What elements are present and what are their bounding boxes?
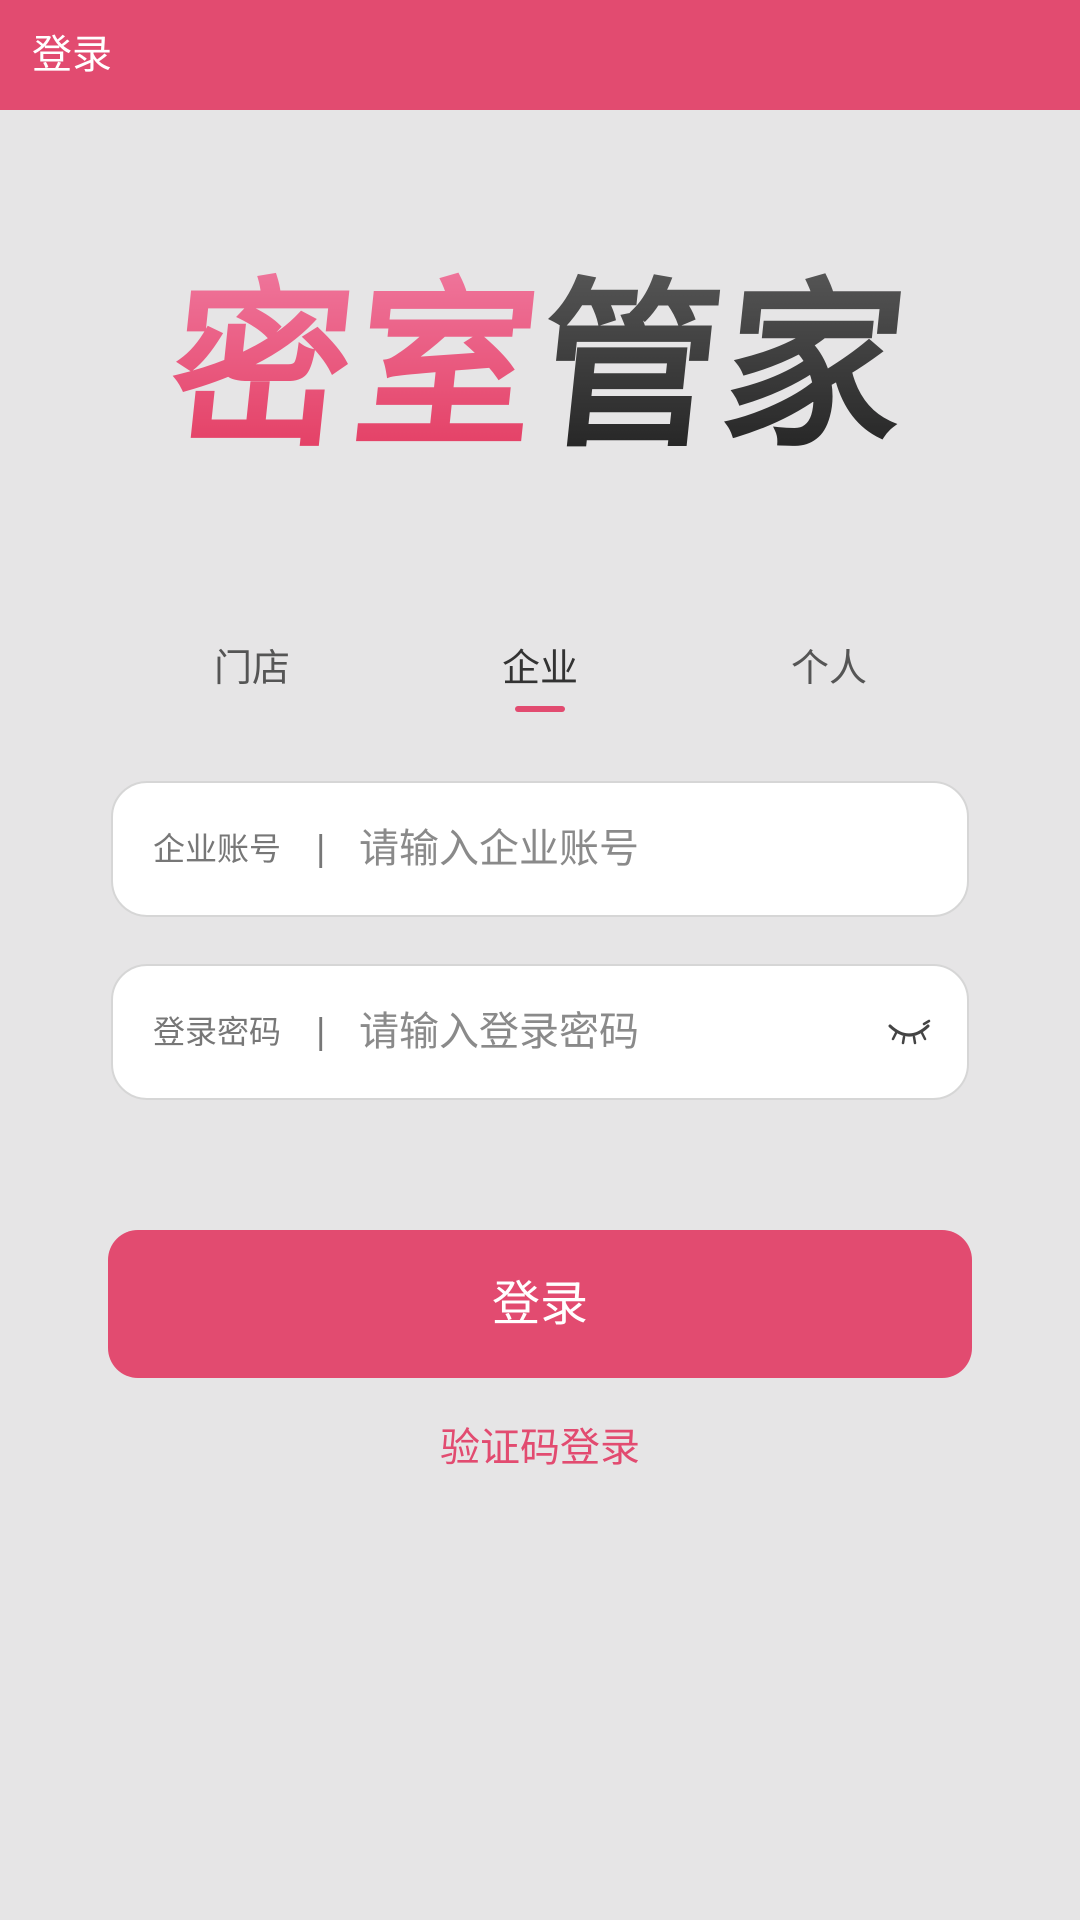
login-type-tabs: 门店 企业 个人 [0,640,1080,720]
password-field: 登录密码 | [111,964,969,1100]
app-logo: 密室管家 [0,252,1080,482]
login-button[interactable]: 登录 [108,1230,972,1378]
page-title: 登录 [32,32,112,78]
password-input[interactable] [357,994,877,1070]
logo-text-dark: 管家 [528,252,920,482]
tab-personal[interactable]: 个人 [729,640,929,720]
account-input[interactable] [357,811,877,887]
account-field: 企业账号 | [111,781,969,917]
password-label: 登录密码 [153,1013,282,1051]
tab-store[interactable]: 门店 [152,640,352,720]
header-bar: 登录 [0,0,1080,110]
eye-closed-icon[interactable] [887,1014,931,1050]
account-label: 企业账号 [153,830,282,868]
tab-label: 门店 [213,646,290,690]
field-separator: | [315,829,327,869]
sms-code-login-link[interactable]: 验证码登录 [0,1418,1080,1478]
field-separator: | [315,1012,327,1052]
logo-text-pink: 密室 [160,252,552,482]
tab-label: 企业 [501,646,578,690]
tab-label: 个人 [790,646,867,690]
tab-active-indicator [515,706,565,712]
tab-enterprise[interactable]: 企业 [440,640,640,720]
